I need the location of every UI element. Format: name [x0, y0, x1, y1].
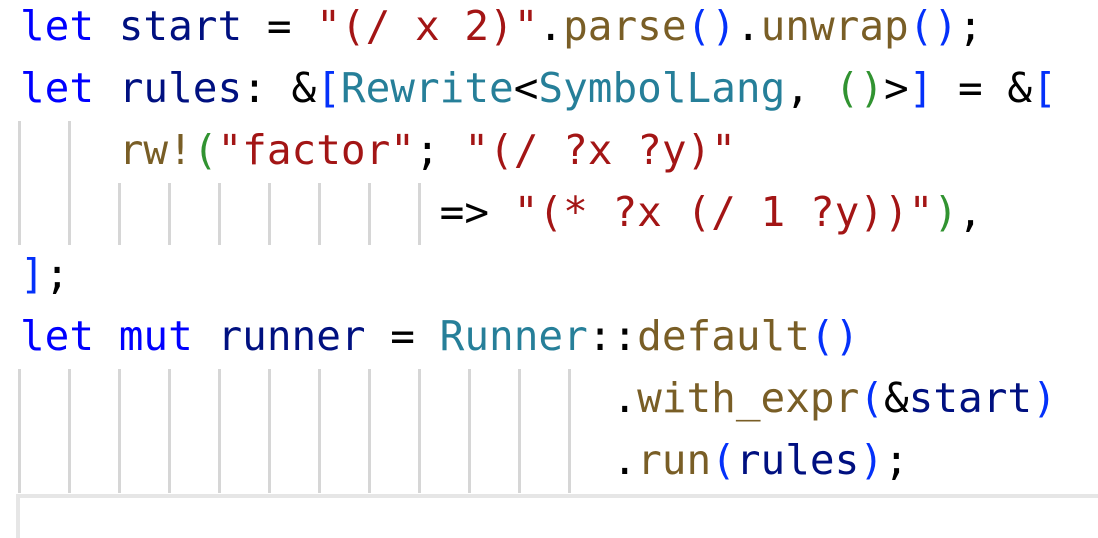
code-token: let	[20, 312, 95, 360]
code-token: with_expr	[637, 374, 860, 422]
code-token: let	[20, 64, 95, 112]
code-token: )	[1032, 374, 1057, 422]
code-token: )	[859, 436, 884, 484]
code-token: [	[316, 64, 341, 112]
code-token: (	[711, 436, 736, 484]
code-token: default	[637, 312, 810, 360]
code-token: .	[612, 436, 638, 484]
code-token: SymbolLang	[538, 64, 786, 112]
code-token: rw!	[118, 126, 193, 174]
code-token: ()	[908, 2, 959, 50]
code-token: =	[242, 2, 317, 50]
code-token: Rewrite	[340, 64, 514, 112]
code-token: = &	[933, 64, 1033, 112]
code-token: (	[859, 374, 884, 422]
code-token: ;	[44, 250, 70, 298]
code-line[interactable]: => "(* ?x (/ 1 ?y))"),	[20, 181, 983, 243]
code-line[interactable]: .with_expr(&start)	[20, 367, 1057, 429]
code-line[interactable]: let start = "(/ x 2)".parse().unwrap();	[20, 0, 983, 57]
code-token: ;	[414, 126, 465, 174]
code-line[interactable]: ];	[20, 243, 69, 305]
code-token: )	[933, 188, 959, 236]
code-token: rules	[735, 436, 860, 484]
code-token: "(/ x 2)"	[316, 2, 539, 50]
code-editor[interactable]: let start = "(/ x 2)".parse().unwrap(); l…	[0, 0, 1098, 538]
code-token: run	[637, 436, 712, 484]
code-token: &	[883, 374, 909, 422]
code-line[interactable]: let mut runner = Runner::default()	[20, 305, 859, 367]
code-token: start	[118, 2, 243, 50]
code-token: runner	[217, 312, 366, 360]
code-line[interactable]: .run(rules);	[20, 429, 909, 491]
code-token: .	[538, 2, 564, 50]
code-token: .	[612, 374, 638, 422]
code-token: =>	[439, 188, 514, 236]
code-token: parse	[563, 2, 687, 50]
code-token: unwrap	[760, 2, 909, 50]
code-line[interactable]: rw!("factor"; "(/ ?x ?y)"	[20, 119, 736, 181]
code-token: ,	[958, 188, 983, 236]
code-token: ;	[958, 2, 983, 50]
code-token: Runner	[439, 312, 588, 360]
code-token: ()	[686, 2, 736, 50]
code-token: ()	[809, 312, 860, 360]
code-token: ::	[587, 312, 638, 360]
code-token: ;	[883, 436, 909, 484]
code-token: [	[1032, 64, 1057, 112]
code-token: "factor"	[217, 126, 415, 174]
code-token: ()	[834, 64, 884, 112]
code-token: rules	[118, 64, 243, 112]
code-token: ,	[785, 64, 835, 112]
code-token: start	[908, 374, 1033, 422]
code-token: : &	[242, 64, 317, 112]
code-token: "(/ ?x ?y)"	[464, 126, 736, 174]
code-line[interactable]: let rules: &[Rewrite<SymbolLang, ()>] = …	[20, 57, 1057, 119]
code-token: .	[735, 2, 761, 50]
code-token: <	[513, 64, 539, 112]
code-token: =	[365, 312, 440, 360]
current-line-highlight[interactable]	[16, 494, 1098, 538]
code-token: >	[884, 64, 909, 112]
code-token: ]	[20, 250, 45, 298]
code-token: "(* ?x (/ 1 ?y))"	[513, 188, 934, 236]
code-token: (	[192, 126, 218, 174]
code-token: mut	[118, 312, 193, 360]
code-token: ]	[908, 64, 934, 112]
code-token: let	[20, 2, 95, 50]
